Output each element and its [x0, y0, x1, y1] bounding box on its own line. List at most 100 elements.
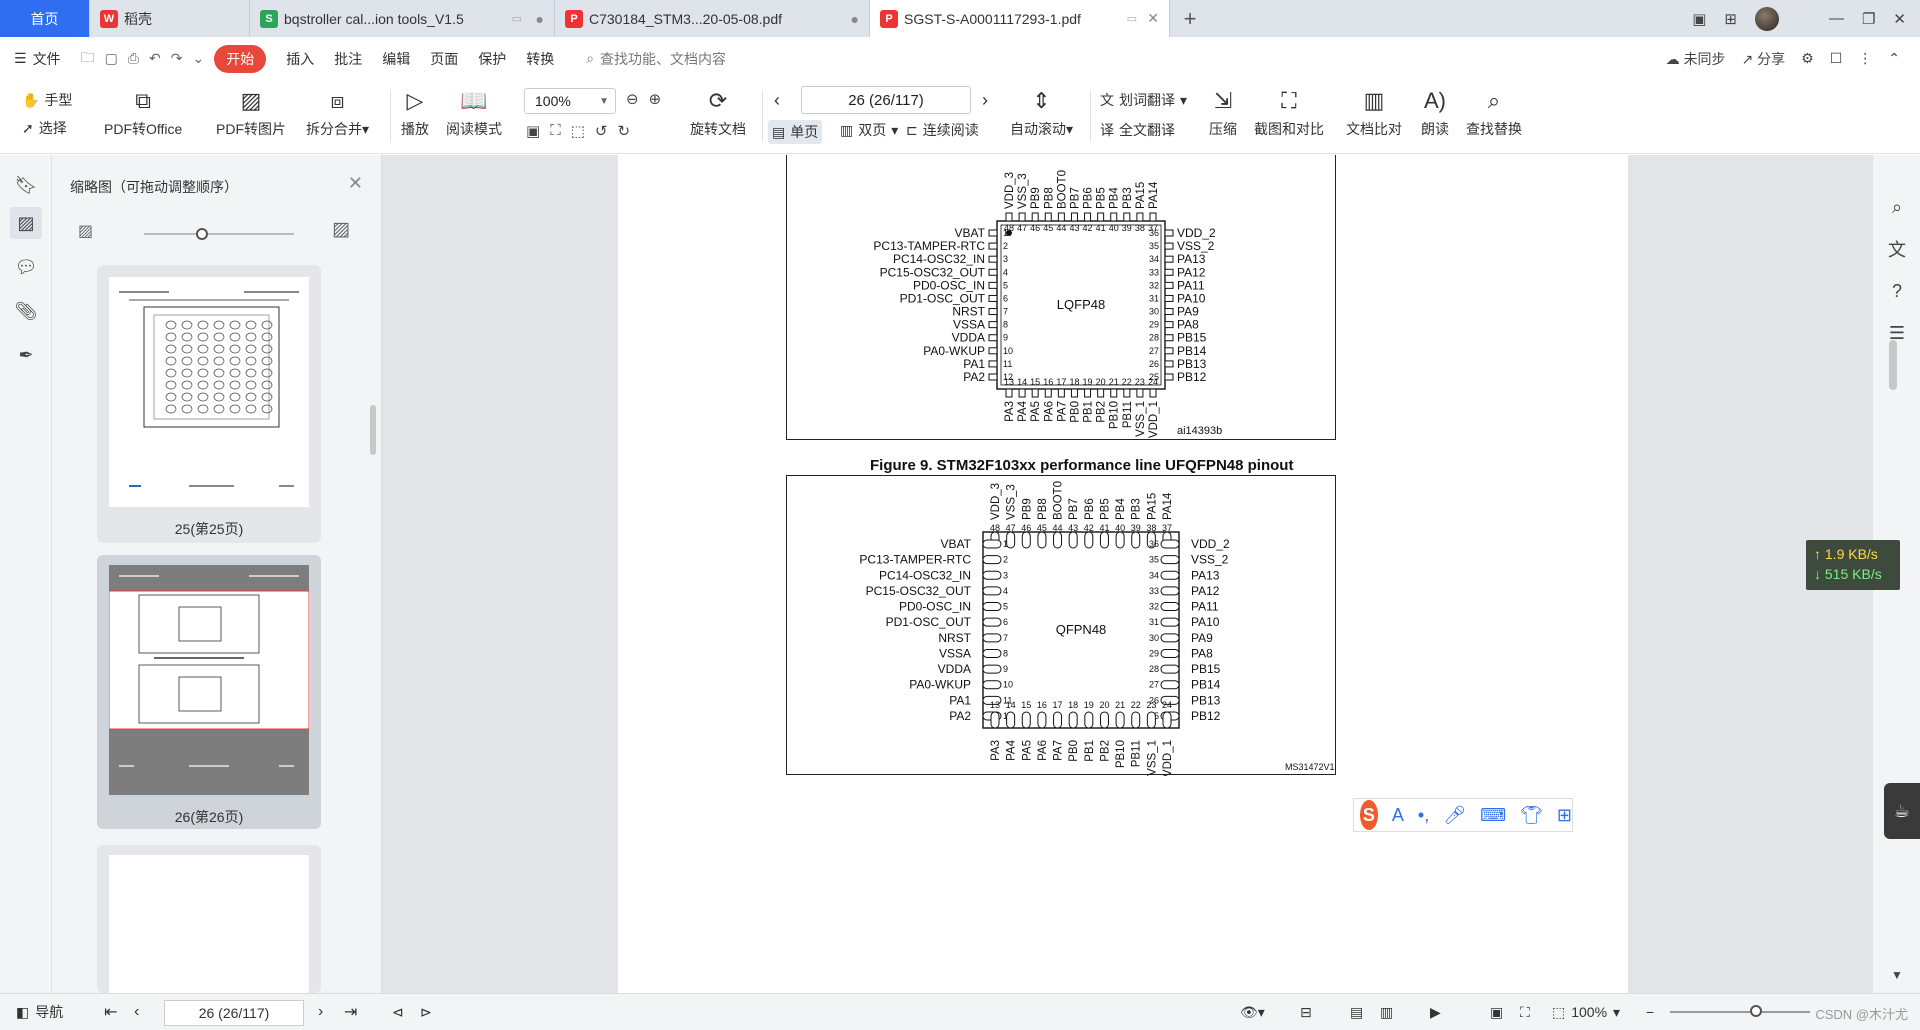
comment-icon[interactable]: 💬︎	[14, 255, 38, 279]
zoom-status[interactable]: ⬚ 100% ▾	[1552, 1004, 1620, 1021]
read-aloud-button[interactable]: A) 朗读	[1420, 86, 1450, 139]
rotate-left-icon[interactable]: ↺	[595, 122, 608, 140]
thumbnail-size-slider[interactable]	[112, 227, 312, 241]
save-icon[interactable]: ▢	[105, 50, 118, 67]
large-image-icon[interactable]: ▨	[332, 218, 350, 241]
doc-compare-button[interactable]: ▥ 文档比对	[1346, 86, 1402, 139]
back-icon[interactable]: ⊲	[392, 1004, 404, 1021]
restore-icon[interactable]: ❐	[1862, 10, 1875, 28]
layout-icon[interactable]: ▣	[1692, 10, 1706, 28]
feedback-icon[interactable]: ☐	[1830, 50, 1843, 67]
next-page-icon[interactable]: ›	[982, 90, 988, 111]
zoom-slider-knob[interactable]	[1750, 1005, 1762, 1017]
forward-icon[interactable]: ⊳	[420, 1004, 432, 1021]
avatar[interactable]	[1754, 6, 1779, 31]
zoom-slider[interactable]	[1670, 1011, 1810, 1013]
double-page-button[interactable]: ▥ 双页 ▾	[840, 120, 898, 140]
attachment-icon[interactable]: 📎︎	[14, 299, 38, 323]
full-translate-button[interactable]: 译全文翻译	[1100, 120, 1175, 140]
magnify-icon[interactable]: ⌕	[1885, 195, 1909, 219]
first-page-icon[interactable]: ⇤	[104, 1002, 117, 1022]
menu-protect[interactable]: 保护	[478, 49, 506, 69]
tab-dot-icon[interactable]: ●	[536, 11, 544, 27]
zoom-in-icon[interactable]: ⊕	[649, 90, 662, 108]
split-merge-button[interactable]: ⧈ 拆分合并▾	[306, 86, 369, 139]
prev-page-status-icon[interactable]: ‹	[134, 1003, 139, 1021]
double-page-status-icon[interactable]: ▥	[1380, 1004, 1393, 1021]
thumbnail-icon[interactable]: ▨	[10, 207, 42, 239]
fit-width-icon[interactable]: ⬚	[571, 122, 585, 140]
thumbnail-page-27[interactable]	[97, 845, 321, 995]
play-button[interactable]: ▷ 播放	[400, 86, 430, 139]
single-page-status-icon[interactable]: ▤	[1350, 1004, 1363, 1021]
status-page-input[interactable]: 26 (26/117)	[164, 1000, 304, 1026]
fit-page-icon[interactable]: ⛶	[550, 122, 561, 140]
fit-width-status-icon[interactable]: ⊟	[1300, 1004, 1312, 1021]
next-page-status-icon[interactable]: ›	[318, 1003, 323, 1021]
sogou-logo-icon[interactable]: S	[1360, 800, 1378, 830]
pdf-to-image-button[interactable]: ▨ PDF转图片	[216, 86, 286, 139]
navigation-button[interactable]: ◧ 导航	[16, 1002, 63, 1022]
signature-icon[interactable]: ✒	[14, 343, 38, 367]
prev-page-icon[interactable]: ‹	[774, 90, 780, 111]
redo-icon[interactable]: ↷	[171, 50, 183, 67]
menu-edit[interactable]: 编辑	[382, 49, 410, 69]
punctuation-icon[interactable]: •,	[1418, 805, 1429, 826]
rotate-doc-button[interactable]: ⟳ 旋转文档	[690, 86, 746, 139]
toolbox-icon[interactable]: ⊞	[1557, 805, 1572, 826]
word-translate-button[interactable]: 文划词翻译 ▾	[1100, 90, 1187, 110]
open-folder-icon[interactable]: 🗀	[81, 47, 95, 71]
rotate-right-icon[interactable]: ↻	[617, 122, 630, 140]
thumbnail-page-26[interactable]: 26(第26页)	[97, 555, 321, 829]
grid-icon[interactable]: ⊞	[1724, 10, 1737, 28]
menu-start[interactable]: 开始	[214, 44, 267, 73]
microphone-icon[interactable]: 🎤︎	[1443, 805, 1466, 826]
eye-protect-icon[interactable]: 👁︎▾	[1240, 1004, 1265, 1021]
collapse-ribbon-icon[interactable]: ⌃	[1888, 50, 1900, 67]
scroll-down-icon[interactable]: ▼	[1885, 963, 1909, 987]
zoom-out-status-icon[interactable]: −	[1646, 1004, 1654, 1020]
feature-search[interactable]: ⌕ 查找功能、文档内容	[586, 49, 726, 69]
thumbnail-scrollbar[interactable]	[370, 405, 376, 455]
print-icon[interactable]: ⎙	[128, 50, 139, 67]
slider-knob[interactable]	[196, 228, 208, 240]
single-page-button[interactable]: ▤ 单页	[768, 120, 823, 144]
actual-size-status-icon[interactable]: ▣	[1490, 1004, 1503, 1021]
keyboard-icon[interactable]: ⌨	[1480, 805, 1506, 826]
page-scrollbar[interactable]	[1889, 340, 1897, 390]
zoom-out-icon[interactable]: ⊖	[626, 90, 639, 108]
settings-icon[interactable]: ⚙	[1801, 50, 1814, 67]
share-button[interactable]: ↗ 分享	[1742, 49, 1786, 69]
undo-icon[interactable]: ↶	[149, 50, 161, 67]
continuous-read-button[interactable]: ⊏ 连续阅读	[906, 120, 979, 140]
hand-tool-button[interactable]: ✋ 手型	[22, 90, 72, 110]
help-icon[interactable]: ?	[1885, 279, 1909, 303]
tab-sgst[interactable]: P SGST-S-A0001117293-1.pdf ▭ ✕	[870, 0, 1170, 37]
page-number-input[interactable]: 26 (26/117)	[801, 86, 971, 114]
screenshot-compare-button[interactable]: ⛶ 截图和对比	[1254, 86, 1324, 139]
minimize-icon[interactable]: —	[1829, 10, 1844, 27]
translate-side-icon[interactable]: 文	[1885, 237, 1909, 261]
new-tab-button[interactable]: +	[1170, 0, 1210, 37]
menu-insert[interactable]: 插入	[286, 49, 314, 69]
tab-pin-icon[interactable]: ▭	[1127, 12, 1137, 25]
tab-dot-icon[interactable]: ●	[851, 11, 859, 27]
thumbnail-page-25[interactable]: 25(第25页)	[97, 265, 321, 543]
select-tool-button[interactable]: ➚ 选择	[22, 118, 67, 138]
zoom-select[interactable]: 100% ▼	[524, 88, 616, 114]
last-page-icon[interactable]: ⇥	[344, 1002, 357, 1022]
document-viewer[interactable]: LQFP48 VDD_3 48 VSS_3 47 PB9 46 PB8 45 BOOT0 44 PB7…	[382, 155, 1872, 993]
side-drawer-tab[interactable]: ☕︎	[1884, 783, 1920, 839]
play-status-icon[interactable]: ▶	[1430, 1004, 1441, 1021]
tab-pin-icon[interactable]: ▭	[512, 12, 522, 25]
menu-page[interactable]: 页面	[430, 49, 458, 69]
tab-close-icon[interactable]: ✕	[1147, 10, 1159, 27]
read-mode-button[interactable]: 📖 阅读模式	[446, 86, 502, 139]
small-image-icon[interactable]: ▨	[78, 221, 93, 241]
tab-bqstroller[interactable]: S bqstroller cal...ion tools_V1.5 ▭ ●	[250, 0, 555, 37]
find-replace-button[interactable]: ⌕ 查找替换	[1466, 86, 1522, 139]
pdf-to-office-button[interactable]: ⧉ PDF转Office	[104, 86, 182, 139]
more-icon[interactable]: ⋮	[1858, 50, 1872, 67]
menu-file[interactable]: ☰ 文件	[14, 49, 61, 69]
more-chevron-icon[interactable]: ⌄	[192, 50, 204, 67]
